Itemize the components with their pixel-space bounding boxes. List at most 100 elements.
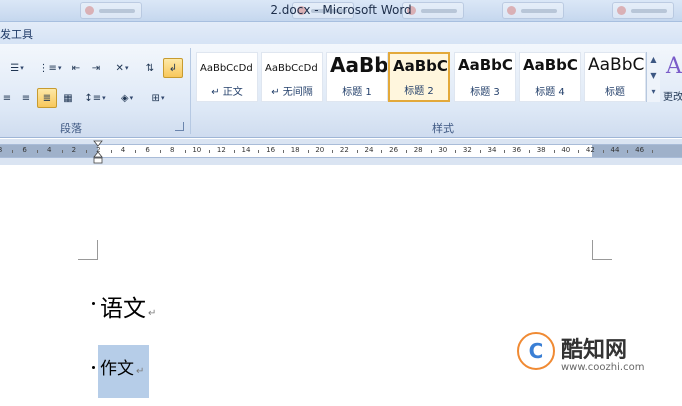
- line-text: 语文: [100, 296, 146, 322]
- ruler-tick-label: 14: [241, 146, 251, 154]
- align-distributed-button[interactable]: ≣: [37, 88, 57, 108]
- change-styles-icon: A: [666, 54, 682, 79]
- decrease-indent-button[interactable]: ⇤: [66, 58, 86, 78]
- chevron-down-icon: ▾: [20, 64, 24, 72]
- style-gallery: AaBbCcDd ↵ 正文 AaBbCcDd ↵ 无间隔 AaBb 标题 1 A…: [196, 52, 646, 102]
- style-no-spacing[interactable]: AaBbCcDd ↵ 无间隔: [261, 52, 323, 102]
- align-right-icon: ≡: [21, 92, 31, 104]
- ruler-tick-label: 6: [22, 146, 27, 154]
- increase-indent-icon: ⇥: [91, 62, 101, 74]
- ruler-tick-label: 26: [389, 146, 399, 154]
- ruler-minor-tick: [110, 150, 112, 153]
- chevron-down-icon: ▾: [124, 64, 129, 72]
- show-marks-button[interactable]: ↲: [163, 58, 183, 78]
- style-name: 标题 4: [535, 87, 565, 98]
- ruler-minor-tick: [307, 150, 309, 153]
- ruler-minor-tick: [455, 150, 457, 153]
- paragraph-mark: ↵: [148, 308, 157, 319]
- paragraph-dialog-launcher-icon[interactable]: [175, 122, 184, 131]
- increase-indent-button[interactable]: ⇥: [86, 58, 106, 78]
- ruler-minor-tick: [381, 150, 383, 153]
- distributed-button[interactable]: ▦: [58, 88, 78, 108]
- change-styles-label: 更改: [663, 92, 682, 103]
- style-name: 标题 2: [404, 86, 434, 97]
- ruler-tick-label: 36: [512, 146, 522, 154]
- style-name: 标题 3: [470, 87, 500, 98]
- style-title[interactable]: AaBbC 标题: [584, 52, 646, 102]
- chevron-down-icon: ▾: [129, 94, 134, 102]
- ruler-tick-label: 28: [413, 146, 423, 154]
- multilevel-list-button[interactable]: ☰ ▾: [0, 58, 34, 78]
- ruler-minor-tick: [578, 150, 580, 153]
- style-heading-3[interactable]: AaBbC 标题 3: [454, 52, 516, 102]
- border-icon: ⊞: [151, 92, 160, 104]
- ruler-minor-tick: [36, 150, 38, 153]
- watermark-url: www.coozhi.com: [561, 362, 645, 373]
- chevron-up-icon[interactable]: ▲: [647, 52, 660, 68]
- align-right-button[interactable]: ≡: [16, 88, 36, 108]
- style-heading-1[interactable]: AaBb 标题 1: [326, 52, 388, 102]
- paragraph-mark-icon: ↲: [168, 62, 178, 74]
- ruler-tick-label: 4: [46, 146, 52, 154]
- ribbon-tab-row: 发工具: [0, 22, 682, 44]
- style-normal[interactable]: AaBbCcDd ↵ 正文: [196, 52, 258, 102]
- justify-button[interactable]: ≡: [0, 88, 14, 108]
- style-sample: AaBbC: [588, 55, 645, 75]
- style-sample: AaBbC: [393, 57, 448, 75]
- style-sample: AaBbCcDd: [200, 63, 253, 74]
- outline-list-icon: ⋮≡: [38, 62, 57, 74]
- ruler-tick-label: 42: [585, 146, 595, 154]
- style-heading-2[interactable]: AaBbC 标题 2: [388, 52, 450, 102]
- paint-bucket-icon: ◈: [120, 92, 129, 104]
- style-name: ↵ 无间隔: [271, 87, 313, 98]
- align-justify-icon: ≡: [2, 92, 12, 104]
- ruler-minor-tick: [258, 150, 260, 153]
- ribbon: ☰ ▾ ⋮≡ ▾ ⇤ ⇥ ✕ ▾ ⇅ ↲ ≡ ≡ ≣ ▦ ↕≡ ▾ ◈ ▾ ⊞ ▾ 段落: [0, 44, 682, 138]
- ruler-minor-tick: [159, 150, 161, 153]
- style-name: 标题: [605, 87, 625, 98]
- ruler-tick-label: 22: [339, 146, 349, 154]
- borders-button[interactable]: ⊞ ▾: [144, 88, 172, 108]
- document-line[interactable]: 语文 ↵: [100, 289, 156, 323]
- sort-icon: ⇅: [145, 62, 155, 74]
- line-spacing-button[interactable]: ↕≡ ▾: [80, 88, 110, 108]
- ruler-tick-label: 32: [462, 146, 472, 154]
- margin-corner-mark: [592, 240, 612, 260]
- style-sample: AaBbC: [458, 56, 513, 74]
- ruler-tick-label: 10: [192, 146, 202, 154]
- ruler-tick-label: 2: [71, 146, 77, 154]
- more-icon[interactable]: ▾: [647, 84, 660, 100]
- style-gallery-scroll[interactable]: ▲ ▼ ▾: [646, 52, 660, 102]
- ruler-tick-label: 40: [561, 146, 571, 154]
- shading-button[interactable]: ◈ ▾: [113, 88, 141, 108]
- ruler-minor-tick: [184, 150, 186, 153]
- ruler-tick-label: 46: [635, 146, 645, 154]
- document-line-selected[interactable]: 作文 ↵: [100, 354, 144, 379]
- ruler-minor-tick: [553, 150, 555, 153]
- watermark: C 酷知网 www.coozhi.com: [515, 330, 657, 380]
- chinese-layout-button[interactable]: ✕ ▾: [108, 58, 136, 78]
- style-sample: AaBbCcDd: [265, 63, 318, 74]
- change-styles-button[interactable]: A 更改: [662, 54, 682, 126]
- ruler-minor-tick: [504, 150, 506, 153]
- chevron-down-icon: ▾: [57, 64, 62, 72]
- indent-marker-icon[interactable]: [93, 139, 103, 165]
- window-title: 2.docx - Microsoft Word: [270, 3, 412, 17]
- ruler-tick-label: 18: [290, 146, 300, 154]
- ruler-tick-label: 6: [145, 146, 150, 154]
- ruler-minor-tick: [86, 150, 88, 153]
- ruler-minor-tick: [405, 150, 407, 153]
- ruler-tick-label: 30: [438, 146, 448, 154]
- tab-developer[interactable]: 发工具: [0, 26, 33, 42]
- chevron-down-icon[interactable]: ▼: [647, 68, 660, 84]
- sort-button[interactable]: ⇅: [140, 58, 160, 78]
- ruler-minor-tick: [135, 150, 137, 153]
- ruler-minor-tick: [282, 150, 284, 153]
- style-heading-4[interactable]: AaBbC 标题 4: [519, 52, 581, 102]
- list-icon: ☰: [10, 62, 20, 74]
- style-name: ↵ 正文: [211, 87, 243, 98]
- ruler-minor-tick: [430, 150, 432, 153]
- title-bar: 2.docx - Microsoft Word: [0, 0, 682, 22]
- decrease-indent-icon: ⇤: [71, 62, 81, 74]
- outline-list-button[interactable]: ⋮≡ ▾: [36, 58, 64, 78]
